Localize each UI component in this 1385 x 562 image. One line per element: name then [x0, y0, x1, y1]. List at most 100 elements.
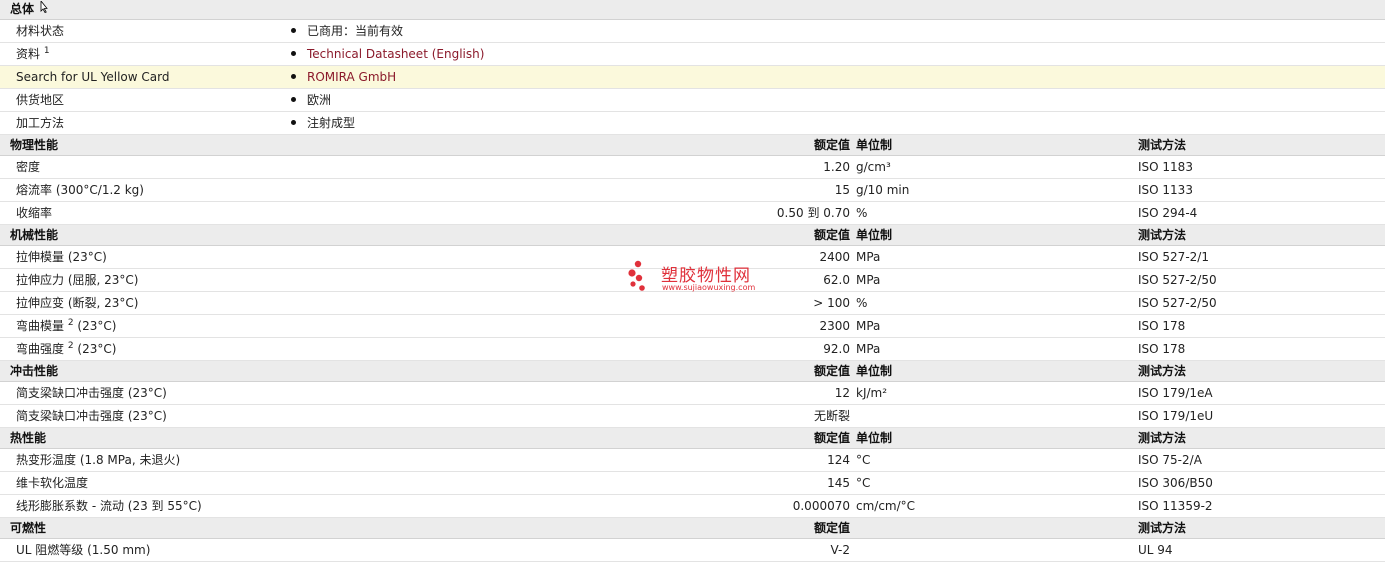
property-row: 弯曲强度 2 (23°C) 92.0 MPa ISO 178 — [0, 338, 1385, 361]
section-title: 物理性能 — [10, 138, 59, 152]
section-header: 物理性能 额定值 单位制 测试方法 — [0, 135, 1385, 156]
property-label: UL 阻燃等级 (1.50 mm) — [16, 539, 150, 562]
property-label-text: 热变形温度 — [16, 453, 77, 467]
value-link[interactable]: Technical Datasheet (English) — [307, 47, 484, 61]
test-method: ISO 179/1eU — [1138, 409, 1214, 423]
nominal-value: 0.50 到 0.70 — [776, 206, 850, 220]
property-label-text: 加工方法 — [16, 116, 65, 130]
unit-value: MPa — [856, 250, 881, 264]
unit-value: °C — [856, 453, 871, 467]
property-label-text: 材料状态 — [16, 24, 65, 38]
test-method: ISO 11359-2 — [1138, 499, 1213, 513]
nominal-value: 0.000070 — [792, 499, 850, 513]
section-header: 冲击性能 额定值 单位制 测试方法 — [0, 361, 1385, 382]
property-row: 简支梁缺口冲击强度 (23°C) 无断裂 ISO 179/1eU — [0, 405, 1385, 428]
unit-value: % — [856, 296, 868, 310]
header-method: 测试方法 — [1138, 138, 1187, 152]
unit-value: MPa — [856, 273, 881, 287]
general-row: 加工方法 注射成型 — [0, 112, 1385, 135]
property-label: 拉伸应力 (屈服, 23°C) — [16, 269, 138, 292]
bullet-value: 注射成型 — [291, 112, 355, 135]
property-label: 弯曲强度 2 (23°C) — [16, 338, 116, 361]
general-row: Search for UL Yellow Card ROMIRA GmbH — [0, 66, 1385, 89]
property-condition: (23°C) — [64, 250, 107, 264]
section-title: 热性能 — [10, 431, 47, 445]
test-method: ISO 178 — [1138, 342, 1186, 356]
property-label: 维卡软化温度 — [16, 472, 88, 495]
property-label: 简支梁缺口冲击强度 (23°C) — [16, 405, 167, 428]
header-method: 测试方法 — [1138, 431, 1187, 445]
footnote-marker: 1 — [43, 46, 50, 56]
property-condition: (300°C/1.2 kg) — [52, 183, 144, 197]
nominal-value: 1.20 — [823, 160, 850, 174]
nominal-value: V-2 — [830, 543, 850, 557]
unit-value: °C — [856, 476, 871, 490]
header-nominal: 额定值 — [813, 364, 850, 378]
section-header: 可燃性 额定值 测试方法 — [0, 518, 1385, 539]
nominal-value: 2300 — [819, 319, 850, 333]
header-nominal: 额定值 — [813, 521, 850, 535]
property-condition: (23°C) — [124, 409, 167, 423]
test-method: ISO 1133 — [1138, 183, 1193, 197]
nominal-value: 12 — [834, 386, 850, 400]
unit-value: kJ/m² — [856, 386, 888, 400]
property-label: 加工方法 — [16, 112, 64, 135]
watermark-logo: 塑胶物性网 www.sujiaowuxing.com — [628, 258, 768, 298]
property-condition: (断裂, 23°C) — [64, 296, 139, 310]
test-method: UL 94 — [1138, 543, 1173, 557]
property-condition: (1.8 MPa, 未退火) — [76, 453, 181, 467]
property-label-text: 简支梁缺口冲击强度 — [16, 409, 125, 423]
header-method: 测试方法 — [1138, 228, 1187, 242]
test-method: ISO 527-2/50 — [1138, 273, 1217, 287]
nominal-value: 2400 — [819, 250, 850, 264]
property-row: 熔流率 (300°C/1.2 kg) 15 g/10 min ISO 1133 — [0, 179, 1385, 202]
section-title: 机械性能 — [10, 228, 59, 242]
general-row: 材料状态 已商用：当前有效 — [0, 20, 1385, 43]
property-label-text: 熔流率 — [16, 183, 53, 197]
section-title: 冲击性能 — [10, 364, 59, 378]
property-label-text: 维卡软化温度 — [16, 476, 89, 490]
property-label-text: UL 阻燃等级 — [16, 543, 84, 557]
unit-value: cm/cm/°C — [856, 499, 916, 513]
property-label-text: 拉伸应变 — [16, 296, 65, 310]
property-label-text: 密度 — [16, 160, 41, 174]
test-method: ISO 178 — [1138, 319, 1186, 333]
property-value: 欧洲 — [307, 93, 332, 107]
nominal-value: 124 — [827, 453, 850, 467]
section-title: 总体 — [10, 2, 35, 16]
header-unit: 单位制 — [856, 364, 893, 378]
property-row: 弯曲模量 2 (23°C) 2300 MPa ISO 178 — [0, 315, 1385, 338]
property-label: 拉伸应变 (断裂, 23°C) — [16, 292, 138, 315]
property-label: 供货地区 — [16, 89, 64, 112]
property-row: 简支梁缺口冲击强度 (23°C) 12 kJ/m² ISO 179/1eA — [0, 382, 1385, 405]
property-condition: (23°C) — [73, 342, 117, 356]
nominal-value: 92.0 — [823, 342, 850, 356]
property-label: 弯曲模量 2 (23°C) — [16, 315, 116, 338]
property-value: 注射成型 — [307, 116, 356, 130]
property-label-text: 供货地区 — [16, 93, 65, 107]
property-row: 热变形温度 (1.8 MPa, 未退火) 124 °C ISO 75-2/A — [0, 449, 1385, 472]
bullet-value: 已商用：当前有效 — [291, 20, 403, 43]
section-header: 热性能 额定值 单位制 测试方法 — [0, 428, 1385, 449]
header-unit: 单位制 — [856, 431, 893, 445]
property-label-text: 拉伸模量 — [16, 250, 65, 264]
unit-value: g/cm³ — [856, 160, 891, 174]
property-row: 维卡软化温度 145 °C ISO 306/B50 — [0, 472, 1385, 495]
header-nominal: 额定值 — [813, 431, 850, 445]
general-row: 供货地区 欧洲 — [0, 89, 1385, 112]
property-label-text: 收缩率 — [16, 206, 53, 220]
property-label-text: 弯曲模量 — [16, 319, 65, 333]
bullet-value[interactable]: ROMIRA GmbH — [291, 66, 396, 89]
watermark-url: www.sujiaowuxing.com — [662, 283, 756, 292]
property-value: 已商用：当前有效 — [307, 24, 404, 38]
property-condition: (23°C) — [73, 319, 117, 333]
test-method: ISO 527-2/50 — [1138, 296, 1217, 310]
watermark-dots-icon — [628, 260, 645, 291]
value-link[interactable]: ROMIRA GmbH — [307, 70, 396, 84]
section-title: 可燃性 — [10, 521, 47, 535]
property-label-text: 弯曲强度 — [16, 342, 65, 356]
bullet-value[interactable]: Technical Datasheet (English) — [291, 43, 484, 66]
nominal-value: 15 — [834, 183, 850, 197]
section-header-general: 总体 — [0, 0, 1385, 20]
section-header: 机械性能 额定值 单位制 测试方法 — [0, 225, 1385, 246]
